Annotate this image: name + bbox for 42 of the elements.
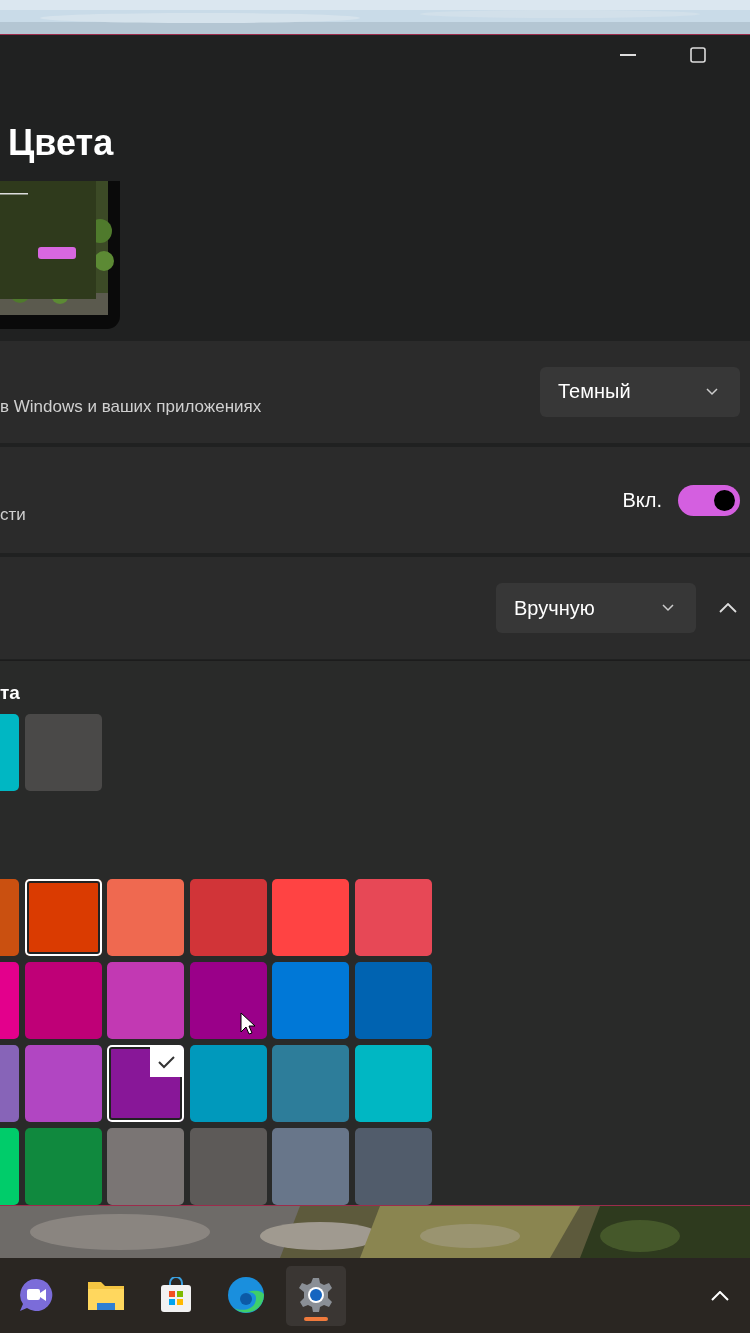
mouse-pointer-icon <box>240 1012 256 1036</box>
color-swatch[interactable] <box>24 1128 102 1205</box>
settings-icon <box>298 1276 334 1313</box>
mode-dropdown[interactable]: Темный <box>540 366 740 417</box>
color-swatch[interactable] <box>107 1045 184 1122</box>
color-swatch[interactable] <box>272 1045 349 1122</box>
check-icon <box>150 1047 182 1077</box>
color-swatch[interactable] <box>354 879 432 956</box>
color-swatch[interactable] <box>107 879 184 956</box>
color-swatch[interactable] <box>272 1128 349 1205</box>
video-chat-icon <box>18 1276 54 1313</box>
taskbar-app-button[interactable] <box>286 1265 346 1326</box>
color-swatch[interactable] <box>354 1045 432 1122</box>
color-swatch[interactable] <box>189 1045 267 1122</box>
color-swatch[interactable] <box>354 1128 432 1205</box>
color-swatch[interactable] <box>354 962 432 1039</box>
setting-description: в Windows и ваших приложениях <box>0 396 262 417</box>
store-bag-icon <box>158 1276 194 1313</box>
color-swatch[interactable] <box>24 1045 102 1122</box>
color-swatch[interactable] <box>189 1128 267 1205</box>
minimize-icon <box>620 54 636 56</box>
chevron-up-icon <box>711 1290 729 1301</box>
chevron-down-icon <box>662 604 674 612</box>
color-swatch[interactable] <box>24 714 102 791</box>
section-label: та <box>0 681 21 705</box>
color-swatch[interactable] <box>272 962 349 1039</box>
toggle-switch[interactable] <box>678 484 740 516</box>
setting-description: сти <box>0 505 26 526</box>
color-swatch[interactable] <box>107 1128 184 1205</box>
browser-swirl-icon <box>227 1275 265 1314</box>
color-swatch[interactable] <box>24 962 102 1039</box>
toggle-state-label: Вкл. <box>622 488 662 512</box>
page-title: Цвета <box>8 121 115 165</box>
color-swatch[interactable] <box>272 879 349 956</box>
accent-dropdown[interactable]: Вручную <box>496 583 696 633</box>
color-swatch[interactable] <box>107 962 184 1039</box>
color-swatch[interactable] <box>24 879 102 956</box>
maximize-icon <box>690 47 706 63</box>
chevron-down-icon <box>706 387 718 396</box>
color-swatch[interactable] <box>189 879 267 956</box>
chevron-up-icon <box>719 603 737 613</box>
color-swatch[interactable] <box>189 962 267 1039</box>
